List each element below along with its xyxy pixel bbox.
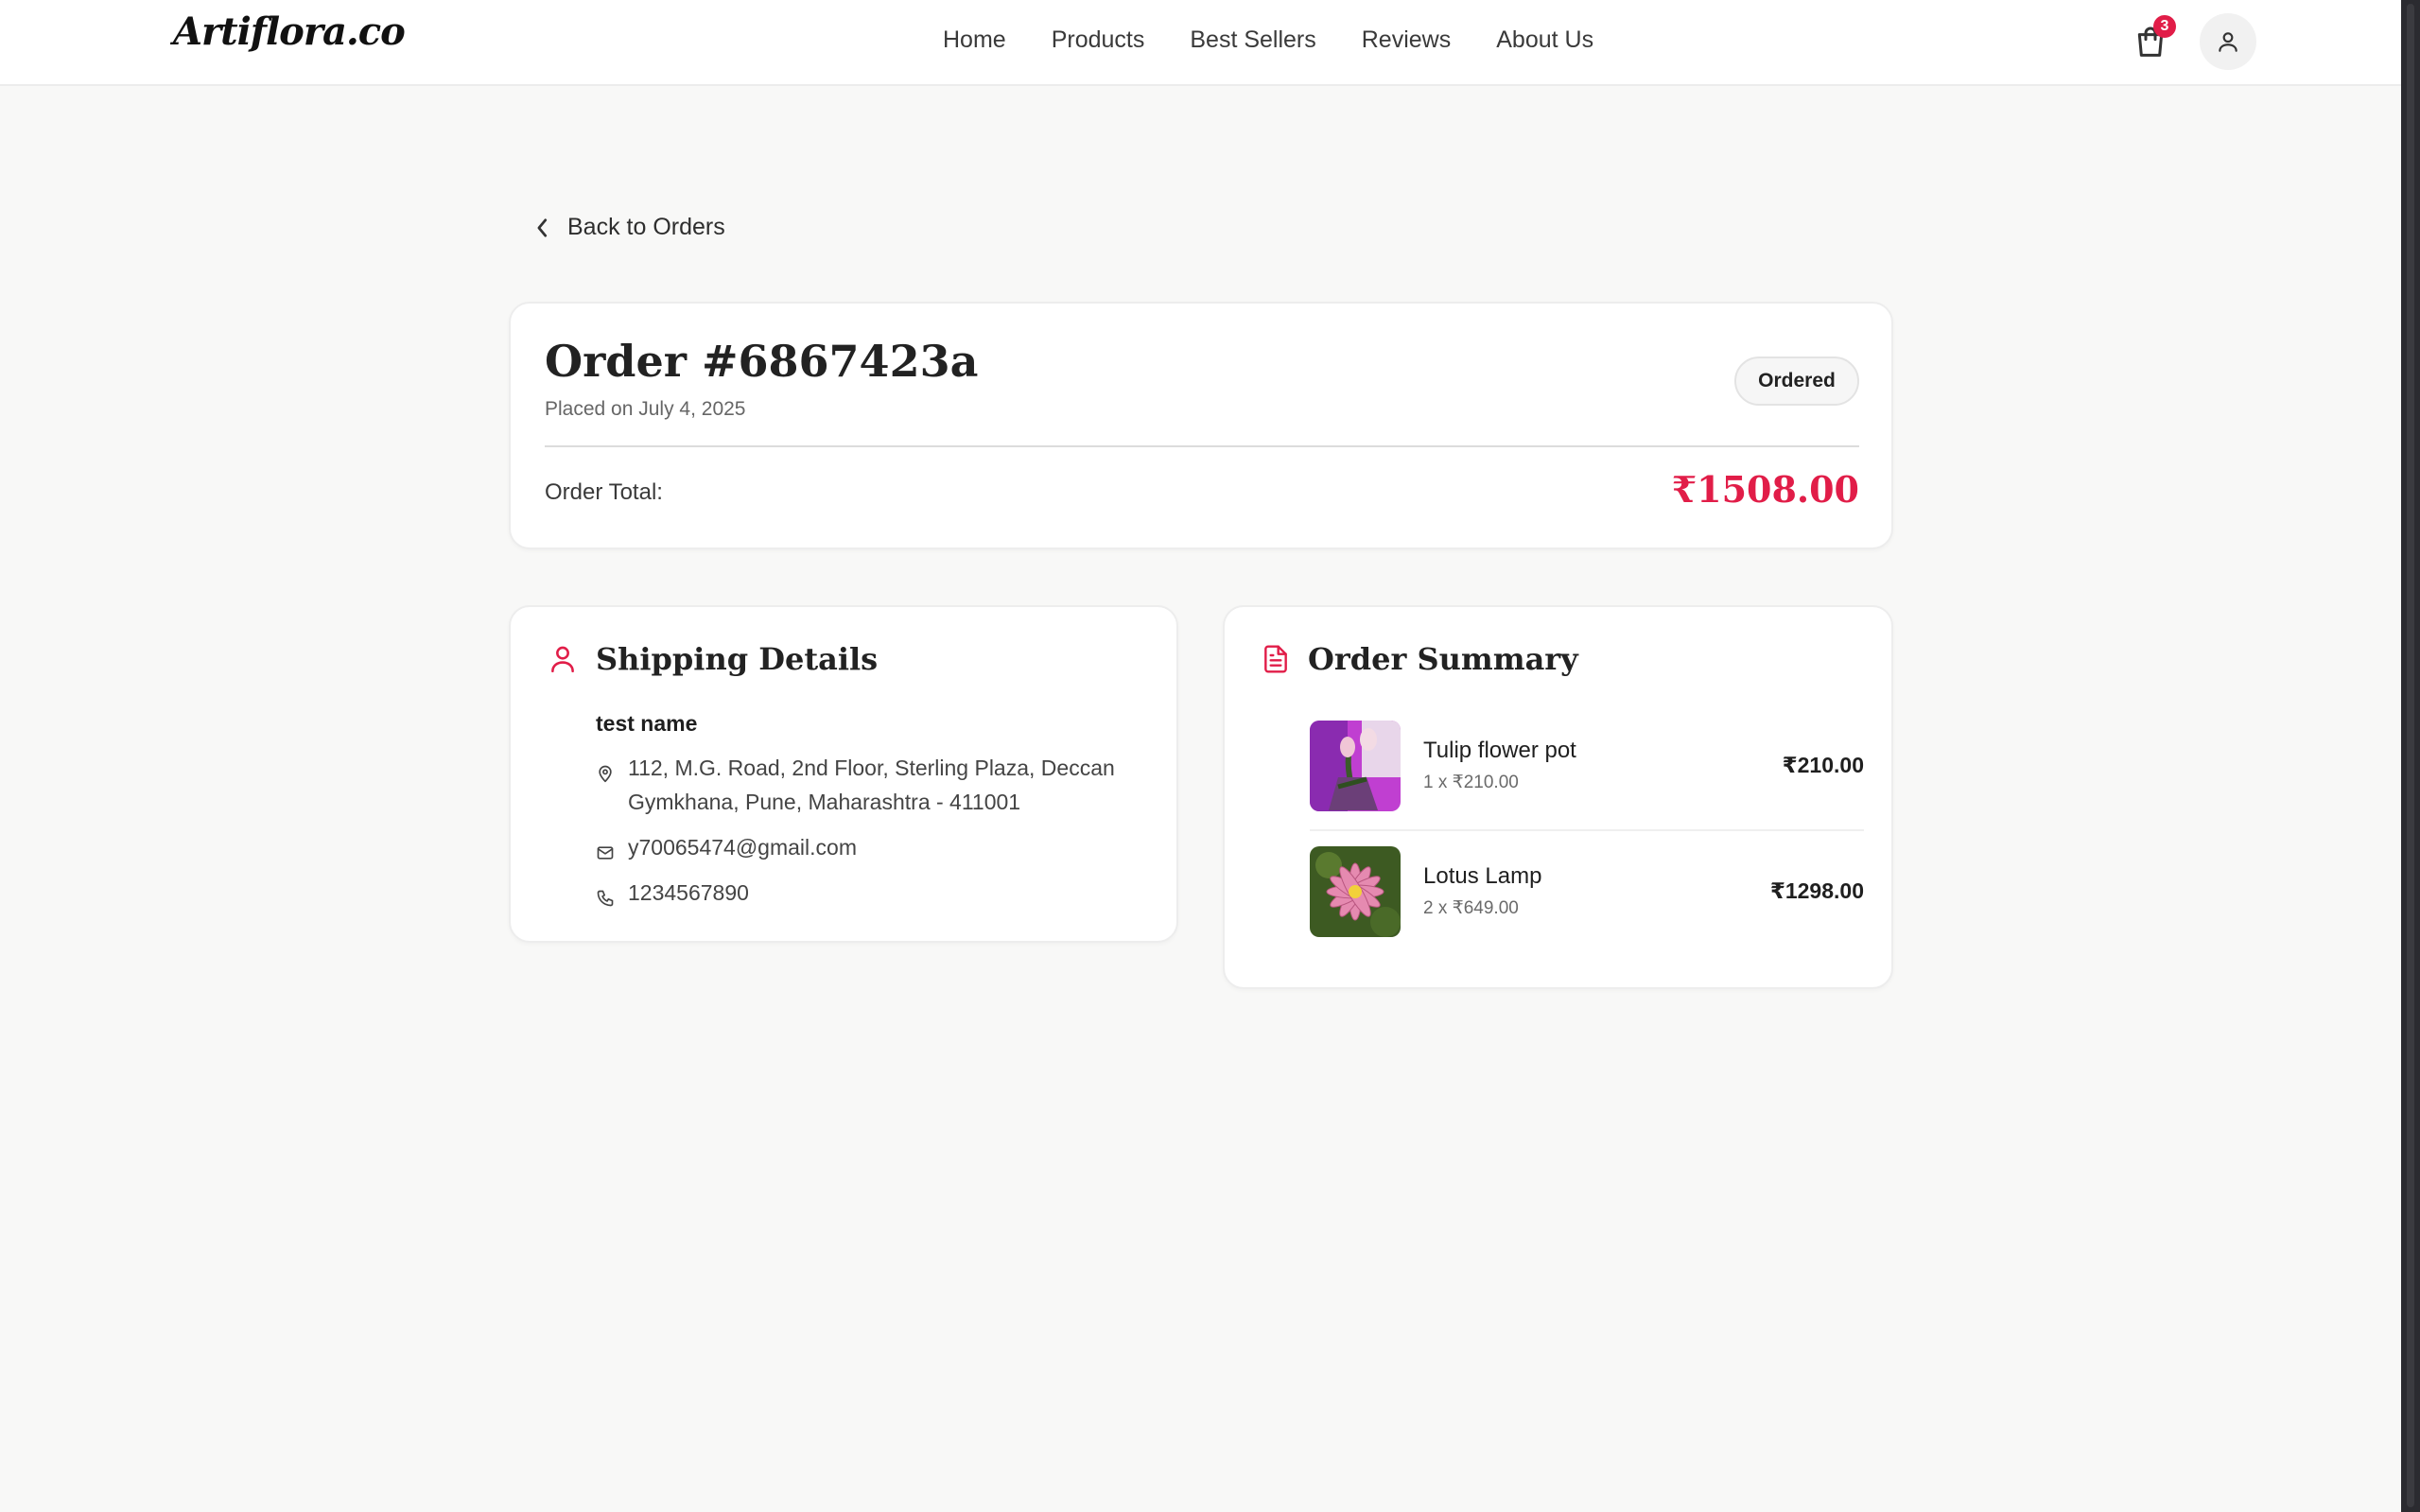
shipping-address: 112, M.G. Road, 2nd Floor, Sterling Plaz… [628, 756, 1115, 814]
account-button[interactable] [2200, 13, 2256, 70]
page-scrollbar[interactable] [2401, 0, 2420, 1512]
phone-icon [596, 876, 615, 917]
map-pin-icon [596, 751, 615, 819]
user-icon [551, 646, 574, 673]
item-quantity: 2 x ₹649.00 [1423, 898, 1519, 918]
main-nav: Home Products Best Sellers Reviews About… [943, 26, 1593, 54]
user-icon [2219, 32, 2237, 52]
order-summary-card: Order Summary Tulip flower pot 1 x ₹210.… [1223, 605, 1893, 989]
email-row: y70065474@gmail.com [596, 830, 857, 872]
order-title: Order #6867423a [545, 336, 979, 387]
order-total-label: Order Total: [545, 479, 663, 505]
nav-reviews[interactable]: Reviews [1362, 26, 1451, 54]
order-item[interactable]: Tulip flower pot 1 x ₹210.00 ₹210.00 [1310, 721, 1864, 811]
shipping-email: y70065474@gmail.com [628, 835, 857, 860]
scrollbar-thumb[interactable] [2407, 4, 2414, 1507]
order-date: Placed on July 4, 2025 [545, 398, 746, 420]
summary-heading: Order Summary [1308, 641, 1578, 677]
back-label: Back to Orders [567, 214, 725, 240]
summary-heading-row: Order Summary [1261, 641, 1578, 677]
shipping-heading: Shipping Details [596, 641, 879, 677]
order-header-card: Order #6867423a Placed on July 4, 2025 O… [509, 302, 1893, 549]
item-price: ₹210.00 [1782, 753, 1864, 777]
document-icon [1264, 645, 1287, 673]
lotus-lamp-thumbnail [1310, 846, 1401, 937]
shipping-phone: 1234567890 [628, 880, 749, 905]
item-name: Tulip flower pot [1423, 738, 1576, 763]
cart-count-badge: 3 [2153, 15, 2176, 38]
site-logo[interactable]: Artiflora.co [173, 9, 406, 54]
item-name: Lotus Lamp [1423, 863, 1542, 889]
top-navbar: Artiflora.co Home Products Best Sellers … [0, 0, 2401, 86]
item-quantity: 1 x ₹210.00 [1423, 773, 1519, 792]
order-total-value: ₹1508.00 [1671, 468, 1859, 511]
nav-home[interactable]: Home [943, 26, 1006, 54]
order-status-badge: Ordered [1734, 356, 1859, 406]
chevron-left-icon [537, 217, 548, 237]
mail-icon [596, 830, 615, 872]
divider [545, 445, 1859, 447]
shipping-details-card: Shipping Details test name 112, M.G. Roa… [509, 605, 1178, 943]
address-row: 112, M.G. Road, 2nd Floor, Sterling Plaz… [596, 751, 1154, 819]
tulip-flower-pot-thumbnail [1310, 721, 1401, 811]
nav-products[interactable]: Products [1052, 26, 1145, 54]
item-divider [1310, 829, 1864, 831]
phone-row: 1234567890 [596, 876, 749, 917]
recipient-name: test name [596, 711, 698, 736]
nav-about-us[interactable]: About Us [1496, 26, 1593, 54]
order-item[interactable]: Lotus Lamp 2 x ₹649.00 ₹1298.00 [1310, 846, 1864, 937]
nav-best-sellers[interactable]: Best Sellers [1190, 26, 1315, 54]
shipping-heading-row: Shipping Details [547, 641, 878, 677]
back-to-orders-link[interactable]: Back to Orders [535, 214, 725, 241]
item-price: ₹1298.00 [1769, 878, 1864, 903]
